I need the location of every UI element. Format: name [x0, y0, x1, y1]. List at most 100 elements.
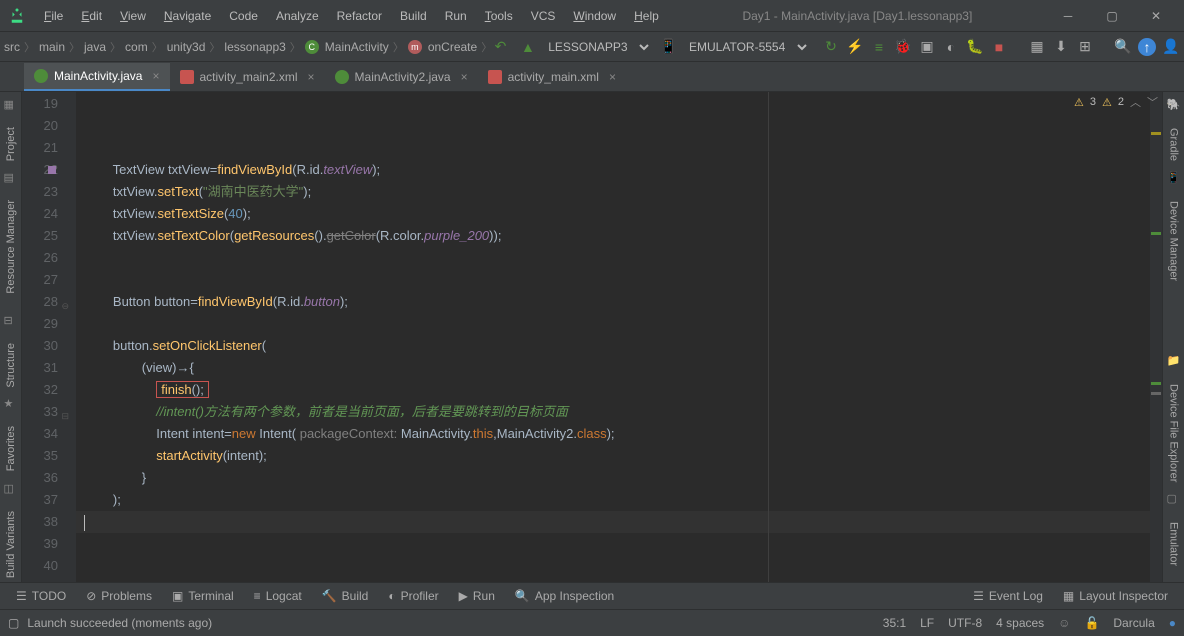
back-arrow-icon[interactable]: ↶: [492, 38, 509, 56]
maximize-button[interactable]: ▢: [1092, 4, 1132, 28]
bc-java[interactable]: java: [84, 40, 106, 54]
user-icon[interactable]: 👤: [1162, 38, 1180, 56]
build-variants-tool[interactable]: Build Variants: [5, 511, 17, 578]
menu-file[interactable]: File: [36, 5, 71, 27]
tab-close-icon[interactable]: ×: [152, 69, 159, 83]
bc-lessonapp3[interactable]: lessonapp3: [224, 40, 285, 54]
stripe-mark[interactable]: [1151, 382, 1161, 385]
tab-mainactivity[interactable]: MainActivity.java ×: [24, 63, 170, 91]
apply-changes-icon[interactable]: ⚡: [846, 38, 864, 56]
stripe-mark[interactable]: [1151, 392, 1161, 395]
line-number[interactable]: 22: [22, 159, 58, 181]
run-tool[interactable]: ▶Run: [451, 586, 503, 606]
gutter[interactable]: 19202122232425262728⊖2930313233⊟34353637…: [22, 92, 76, 582]
inspection-profile-icon[interactable]: ☺: [1058, 616, 1070, 630]
tab-close-icon[interactable]: ×: [308, 70, 315, 84]
device-manager-tool-icon[interactable]: 📱: [1167, 171, 1181, 185]
favorites-tool-icon[interactable]: ★: [4, 397, 18, 410]
line-number[interactable]: 19: [22, 93, 58, 115]
line-number[interactable]: 33⊟: [22, 401, 58, 423]
line-number[interactable]: 31: [22, 357, 58, 379]
gradle-tool-icon[interactable]: 🐘: [1167, 98, 1181, 112]
inspections-widget[interactable]: ⚠3 ⚠2 ︿ ﹀: [1074, 94, 1158, 110]
build-variants-tool-icon[interactable]: ◫: [4, 482, 18, 495]
code-line[interactable]: [76, 577, 1162, 582]
line-number[interactable]: 24: [22, 203, 58, 225]
debug-icon[interactable]: 🐞: [894, 38, 912, 56]
code-line[interactable]: );: [76, 489, 1162, 511]
search-everywhere-icon[interactable]: 🔍: [1114, 38, 1132, 56]
line-number[interactable]: 26: [22, 247, 58, 269]
structure-tool[interactable]: Structure: [5, 343, 17, 388]
line-number[interactable]: 38: [22, 511, 58, 533]
emulator-tool[interactable]: Emulator: [1168, 522, 1180, 566]
code-line[interactable]: Button button=findViewById(R.id.button);: [76, 291, 1162, 313]
indent-info[interactable]: 4 spaces: [996, 616, 1044, 630]
attach-debugger-icon[interactable]: 🐛: [966, 38, 984, 56]
menu-build[interactable]: Build: [392, 5, 435, 27]
code-line[interactable]: }: [76, 467, 1162, 489]
emulator-tool-icon[interactable]: ▢: [1167, 492, 1181, 506]
line-number[interactable]: 23: [22, 181, 58, 203]
line-number[interactable]: 37: [22, 489, 58, 511]
next-highlight-icon[interactable]: ﹀: [1147, 94, 1158, 110]
editor[interactable]: ⚠3 ⚠2 ︿ ﹀ 19202122232425262728⊖293031323…: [22, 92, 1162, 582]
tool-window-button-icon[interactable]: ▢: [8, 616, 19, 630]
project-tool[interactable]: Project: [5, 127, 17, 161]
stop-icon[interactable]: ■: [990, 38, 1008, 56]
caret-position[interactable]: 35:1: [883, 616, 906, 630]
menu-edit[interactable]: Edit: [73, 5, 110, 27]
structure-tool-icon[interactable]: ⊟: [4, 314, 18, 327]
bc-method[interactable]: onCreate: [428, 40, 477, 54]
bc-class[interactable]: MainActivity: [325, 40, 389, 54]
bc-src[interactable]: src: [4, 40, 20, 54]
code-line[interactable]: Intent intent=new Intent( packageContext…: [76, 423, 1162, 445]
favorites-tool[interactable]: Favorites: [5, 426, 17, 471]
line-number[interactable]: 39: [22, 533, 58, 555]
line-number[interactable]: 35: [22, 445, 58, 467]
tab-mainactivity2[interactable]: MainActivity2.java ×: [325, 64, 478, 90]
code-line[interactable]: (view)→{: [76, 357, 1162, 379]
menu-code[interactable]: Code: [221, 5, 266, 27]
line-separator[interactable]: LF: [920, 616, 934, 630]
device-file-explorer-tool[interactable]: Device File Explorer: [1168, 384, 1180, 482]
line-number[interactable]: 36: [22, 467, 58, 489]
line-number[interactable]: 30: [22, 335, 58, 357]
code-line[interactable]: txtView.setText("湖南中医药大学");: [76, 181, 1162, 203]
readonly-lock-icon[interactable]: 🔓: [1084, 616, 1099, 630]
stripe-mark[interactable]: [1151, 232, 1161, 235]
line-number[interactable]: 20: [22, 115, 58, 137]
file-encoding[interactable]: UTF-8: [948, 616, 982, 630]
memory-indicator-icon[interactable]: ●: [1169, 616, 1176, 630]
menu-window[interactable]: Window: [565, 5, 624, 27]
code-area[interactable]: TextView txtView=findViewById(R.id.textV…: [76, 92, 1162, 582]
layout-inspector-tool[interactable]: ▦Layout Inspector: [1055, 586, 1176, 606]
tab-close-icon[interactable]: ×: [461, 70, 468, 84]
avd-manager-icon[interactable]: ▦: [1028, 38, 1046, 56]
code-line[interactable]: txtView.setTextSize(40);: [76, 203, 1162, 225]
sdk-manager-icon[interactable]: ⬇: [1052, 38, 1070, 56]
close-button[interactable]: ✕: [1136, 4, 1176, 28]
app-inspection-tool[interactable]: 🔍App Inspection: [507, 586, 622, 606]
event-log-tool[interactable]: ☰Event Log: [965, 586, 1051, 606]
code-line[interactable]: [76, 247, 1162, 269]
gutter-bookmark[interactable]: [48, 166, 56, 174]
theme-name[interactable]: Darcula: [1113, 616, 1154, 630]
line-number[interactable]: 29: [22, 313, 58, 335]
tab-close-icon[interactable]: ×: [609, 70, 616, 84]
coverage-icon[interactable]: ▣: [918, 38, 936, 56]
problems-tool[interactable]: ⊘Problems: [78, 586, 160, 606]
gradle-tool[interactable]: Gradle: [1168, 128, 1180, 161]
terminal-tool[interactable]: ▣Terminal: [164, 586, 242, 606]
run-config-select[interactable]: LESSONAPP3: [536, 35, 652, 59]
menu-run[interactable]: Run: [437, 5, 475, 27]
minimize-button[interactable]: ─: [1048, 4, 1088, 28]
prev-highlight-icon[interactable]: ︿: [1130, 94, 1141, 110]
line-number[interactable]: 27: [22, 269, 58, 291]
device-manager-tool[interactable]: Device Manager: [1168, 201, 1180, 281]
logcat-tool[interactable]: ≡Logcat: [246, 586, 310, 606]
menu-navigate[interactable]: Navigate: [156, 5, 219, 27]
fold-start-icon[interactable]: ⊖: [61, 295, 69, 317]
build-tool[interactable]: 🔨Build: [314, 586, 377, 606]
code-line[interactable]: startActivity(intent);: [76, 445, 1162, 467]
